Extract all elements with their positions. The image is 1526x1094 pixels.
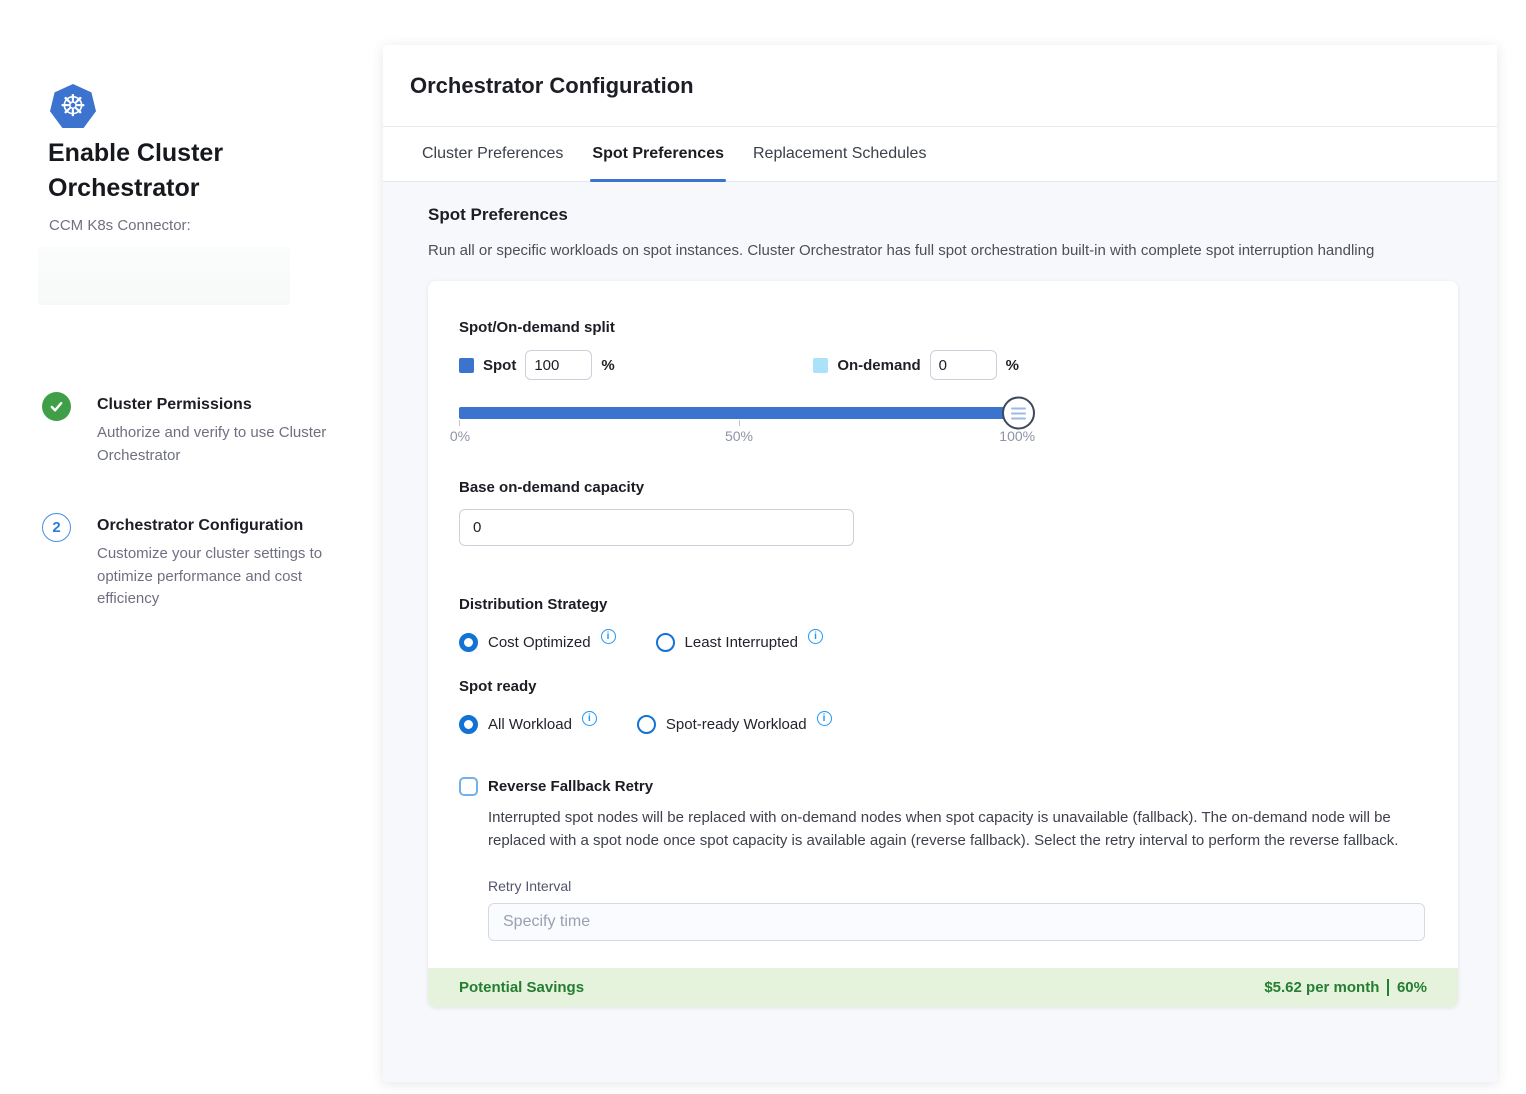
tick-label-100: 100% [999, 428, 1035, 444]
savings-percent: 60% [1397, 979, 1427, 996]
split-slider-track[interactable] [459, 407, 1019, 419]
potential-savings-label: Potential Savings [459, 979, 584, 996]
main-panel: Orchestrator Configuration Cluster Prefe… [383, 45, 1497, 1082]
potential-savings-bar: Potential Savings $5.62 per month 60% [428, 968, 1458, 1007]
section-description: Run all or specific workloads on spot in… [428, 242, 1497, 259]
sidebar: ☸ Enable Cluster Orchestrator CCM K8s Co… [0, 0, 383, 1094]
step-title: Cluster Permissions [97, 392, 347, 414]
reverse-fallback-checkbox[interactable] [459, 777, 478, 796]
step-cluster-permissions[interactable]: Cluster Permissions Authorize and verify… [42, 392, 352, 467]
step-orchestrator-configuration[interactable]: 2 Orchestrator Configuration Customize y… [42, 513, 352, 611]
panel-header: Orchestrator Configuration [383, 45, 1497, 127]
spot-ready-label: Spot ready [459, 678, 1427, 695]
base-capacity-input[interactable] [459, 509, 854, 546]
tab-bar: Cluster Preferences Spot Preferences Rep… [383, 127, 1497, 182]
reverse-fallback-section: Reverse Fallback Retry Interrupted spot … [459, 777, 1427, 941]
tab-content: Spot Preferences Run all or specific wor… [383, 182, 1497, 1082]
spot-percent-input[interactable] [525, 350, 592, 380]
base-capacity-section: Base on-demand capacity [459, 479, 1427, 546]
radio-icon [459, 633, 478, 652]
info-icon[interactable]: i [582, 711, 597, 726]
savings-separator [1387, 979, 1389, 996]
wizard-steps: Cluster Permissions Authorize and verify… [42, 392, 352, 657]
step-number-badge: 2 [42, 513, 71, 542]
page-title: Orchestrator Configuration [410, 73, 694, 99]
reverse-fallback-label: Reverse Fallback Retry [488, 778, 653, 795]
on-demand-swatch [813, 358, 828, 373]
section-title: Spot Preferences [428, 205, 1497, 225]
reverse-fallback-description: Interrupted spot nodes will be replaced … [488, 806, 1418, 853]
savings-amount: $5.62 per month [1264, 979, 1379, 996]
radio-all-workload[interactable]: All Workload i [459, 715, 597, 734]
distribution-strategy-section: Distribution Strategy Cost Optimized i L… [459, 596, 1427, 652]
spot-ready-section: Spot ready All Workload i Spot-ready Wor… [459, 678, 1427, 734]
radio-icon [656, 633, 675, 652]
info-icon[interactable]: i [808, 629, 823, 644]
spot-label: Spot [483, 357, 516, 374]
radio-cost-optimized[interactable]: Cost Optimized i [459, 633, 616, 652]
tab-replacement-schedules[interactable]: Replacement Schedules [751, 127, 928, 181]
tick-mark-50 [739, 420, 740, 426]
spot-preferences-card: Spot/On-demand split Spot % On-demand [428, 281, 1458, 1007]
spot-legend: Spot % [459, 350, 615, 380]
distribution-strategy-label: Distribution Strategy [459, 596, 1427, 613]
spot-swatch [459, 358, 474, 373]
tick-label-50: 50% [725, 428, 753, 444]
tick-mark-0 [459, 420, 460, 426]
check-icon [42, 392, 71, 421]
potential-savings-value: $5.62 per month 60% [1264, 979, 1427, 996]
radio-icon [637, 715, 656, 734]
connector-label: CCM K8s Connector: [49, 217, 191, 234]
wizard-title: Enable Cluster Orchestrator [48, 136, 298, 205]
radio-least-interrupted[interactable]: Least Interrupted i [656, 633, 823, 652]
step-description: Authorize and verify to use Cluster Orch… [97, 422, 347, 467]
split-section: Spot/On-demand split Spot % On-demand [459, 319, 1019, 446]
page: ☸ Enable Cluster Orchestrator CCM K8s Co… [0, 0, 1526, 1094]
on-demand-unit: % [1006, 357, 1019, 374]
slider-handle[interactable] [1002, 397, 1035, 430]
spot-unit: % [601, 357, 614, 374]
split-label: Spot/On-demand split [459, 319, 1019, 336]
info-icon[interactable]: i [817, 711, 832, 726]
on-demand-label: On-demand [837, 357, 920, 374]
radio-spot-ready-workload[interactable]: Spot-ready Workload i [637, 715, 832, 734]
tab-cluster-preferences[interactable]: Cluster Preferences [420, 127, 565, 181]
base-capacity-label: Base on-demand capacity [459, 479, 1427, 496]
info-icon[interactable]: i [601, 629, 616, 644]
on-demand-percent-input[interactable] [930, 350, 997, 380]
retry-interval-label: Retry Interval [488, 878, 1427, 894]
tick-label-0: 0% [450, 428, 470, 444]
slider-ticks: 0% 50% 100% [459, 428, 1019, 446]
tab-spot-preferences[interactable]: Spot Preferences [590, 127, 726, 181]
connector-value-placeholder [38, 247, 290, 305]
kubernetes-icon: ☸ [50, 84, 96, 128]
retry-interval-input[interactable] [488, 903, 1425, 941]
on-demand-legend: On-demand % [813, 350, 1019, 380]
step-description: Customize your cluster settings to optim… [97, 543, 347, 611]
step-title: Orchestrator Configuration [97, 513, 347, 535]
radio-icon [459, 715, 478, 734]
